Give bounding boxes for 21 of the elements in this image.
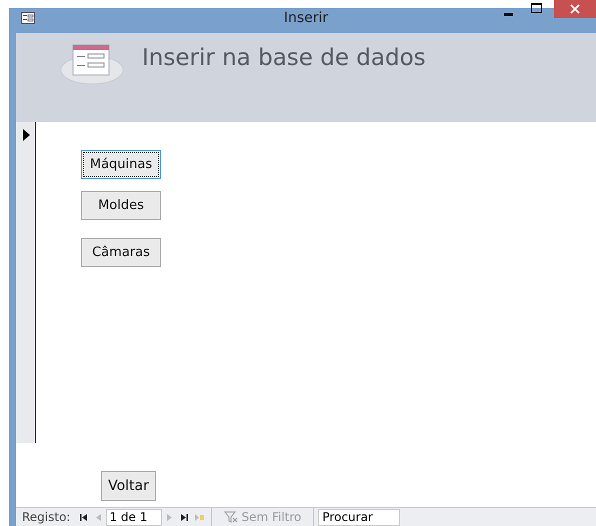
form-title: Inserir na base de dados [142, 45, 426, 71]
form-button[interactable]: Moldes [81, 191, 161, 220]
current-record-icon [22, 129, 30, 141]
record-number-field[interactable]: 1 de 1 [106, 508, 162, 526]
search-field[interactable]: Procurar [318, 508, 400, 526]
form-icon [59, 42, 125, 86]
window-title: Inserir [284, 10, 328, 26]
form-button[interactable]: Câmaras [81, 238, 161, 267]
last-record-icon [180, 512, 190, 522]
form-icon [21, 12, 35, 24]
triangle-left-icon [94, 512, 104, 522]
record-selector[interactable] [16, 122, 36, 445]
record-label: Registo: [22, 510, 70, 524]
triangle-right-icon [165, 512, 174, 522]
close-icon [570, 4, 580, 14]
filter-icon [224, 511, 238, 523]
back-button[interactable]: Voltar [101, 471, 156, 501]
new-record-icon [195, 512, 204, 522]
form-button[interactable]: Máquinas [81, 150, 161, 179]
close-button[interactable] [554, 0, 596, 18]
first-record-icon [79, 512, 88, 522]
